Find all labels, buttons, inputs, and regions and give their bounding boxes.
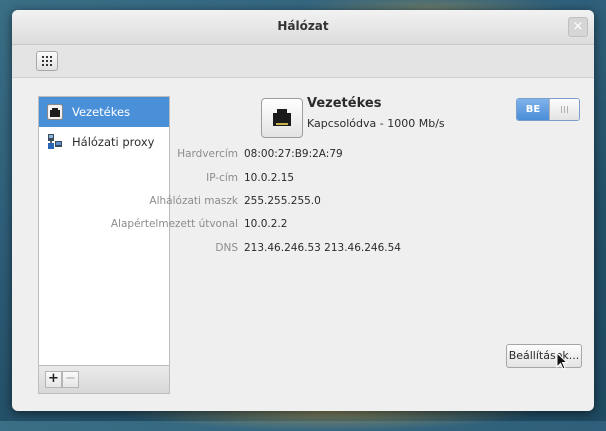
remove-connection-button[interactable]: − <box>62 371 79 388</box>
device-list-footer: + − <box>38 365 170 394</box>
add-connection-button[interactable]: + <box>45 371 62 388</box>
connection-status: Kapcsolódva - 1000 Mb/s <box>307 117 445 130</box>
close-icon: × <box>572 19 584 34</box>
toggle-knob <box>549 99 579 120</box>
detail-value: 08:00:27:B9:2A:79 <box>244 148 343 160</box>
detail-label: IP-cím <box>206 172 238 184</box>
detail-hardware-label-box: Hardvercím <box>12 148 238 162</box>
detail-dns-label-box: DNS <box>12 242 238 256</box>
window-title: Hálózat <box>277 19 329 33</box>
sidebar-item-wired[interactable]: Vezetékes <box>39 97 169 127</box>
detail-label: Alhálózati maszk <box>149 195 238 207</box>
title-bar: Hálózat × <box>12 10 594 45</box>
toggle-on-label: BE <box>517 99 549 120</box>
detail-value: 213.46.246.53 213.46.246.54 <box>244 242 401 254</box>
settings-button[interactable]: Beállítások... <box>506 344 582 368</box>
detail-value: 10.0.2.15 <box>244 172 295 184</box>
detail-value: 255.255.255.0 <box>244 195 321 207</box>
wired-network-icon <box>47 104 63 120</box>
all-settings-button[interactable] <box>36 51 58 71</box>
close-button[interactable]: × <box>568 17 588 37</box>
detail-value: 10.0.2.2 <box>244 218 288 230</box>
connection-icon <box>261 98 303 138</box>
detail-ip-label-box: IP-cím <box>12 172 238 186</box>
toolbar <box>12 45 594 78</box>
network-window: Hálózat × Vezetékes Hálózati proxy + − V… <box>12 10 594 411</box>
detail-label: Hardvercím <box>177 148 238 160</box>
mouse-cursor-icon <box>556 352 568 370</box>
grid-icon <box>42 56 52 66</box>
detail-gateway-label-box: Alapértelmezett útvonal <box>12 218 238 232</box>
sidebar-item-label: Vezetékes <box>72 105 131 119</box>
connection-toggle[interactable]: BE <box>516 98 580 121</box>
detail-label: Alapértelmezett útvonal <box>110 218 238 230</box>
connection-name: Vezetékes <box>307 96 382 111</box>
detail-label: DNS <box>215 242 238 254</box>
wired-network-icon <box>273 109 291 126</box>
detail-mask-label-box: Alhálózati maszk <box>12 195 238 209</box>
sidebar-item-label: Hálózati proxy <box>72 135 155 149</box>
